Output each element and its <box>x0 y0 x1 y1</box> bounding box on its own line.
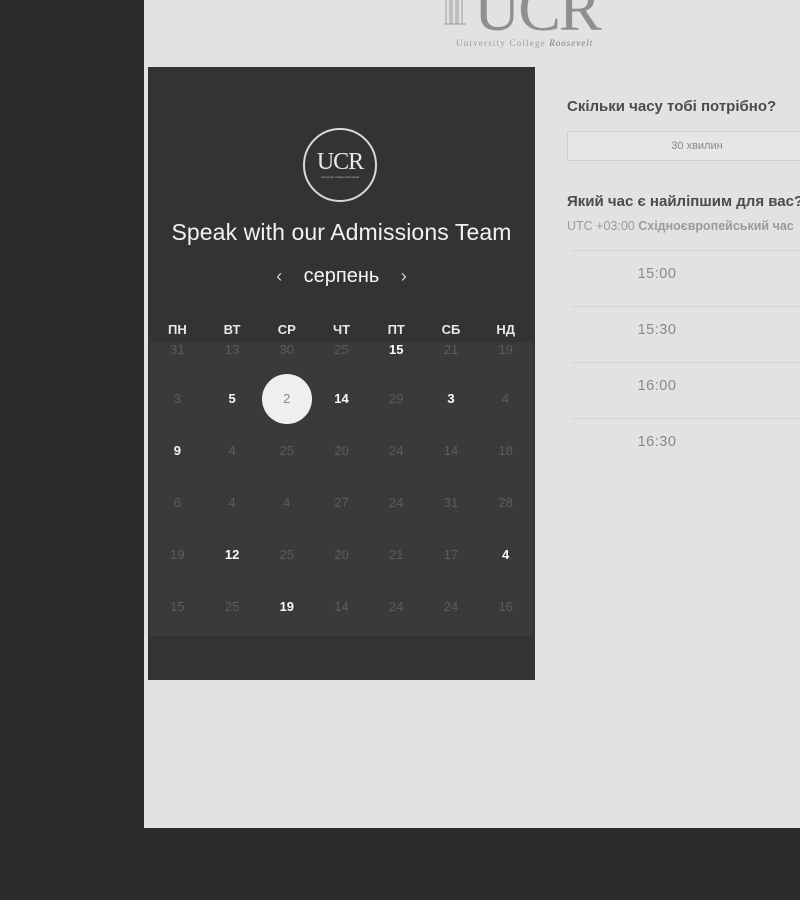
calendar-day: 24 <box>389 443 404 458</box>
calendar-day: 20 <box>334 443 349 458</box>
calendar-day-available[interactable]: 4 <box>478 532 533 584</box>
prev-month-button[interactable]: ‹ <box>269 266 289 287</box>
calendar-week: 3 5 2 14 29 3 4 <box>150 374 533 428</box>
calendar-day: 15 <box>170 599 185 614</box>
time-slot[interactable]: 16:30 <box>572 418 800 474</box>
time-slot[interactable]: 15:30 <box>572 306 800 362</box>
calendar-day: 31 <box>170 342 185 357</box>
calendar-day: 24 <box>443 599 459 614</box>
weekday-label: ЧТ <box>332 322 351 337</box>
month-navigation: ‹ серпень › <box>148 265 535 291</box>
selected-day-marker[interactable]: 2 <box>261 374 312 424</box>
calendar-day: 4 <box>283 495 291 510</box>
calendar-day-available[interactable]: 12 <box>205 532 260 584</box>
logo-emblem-icon <box>444 0 466 25</box>
calendar-week: 19 12 25 20 21 17 4 <box>150 532 533 584</box>
time-slot[interactable]: 15:00 <box>572 250 800 306</box>
weekday-label: НД <box>496 322 515 337</box>
calendar-grid: ПН ВТ СР ЧТ ПТ СБ НД 31 13 30 25 15 21 19 3 5 2 14… <box>150 318 533 636</box>
weekday-label: СР <box>277 322 296 337</box>
booking-page: UCR University College Roosevelt UCR Uni… <box>144 0 800 828</box>
calendar-day: 25 <box>334 342 349 357</box>
calendar-week: 31 13 30 25 15 21 19 <box>150 342 533 376</box>
calendar-panel: UCR University College Roosevelt Speak w… <box>148 67 535 680</box>
time-question: Який час є найліпшим для вас? <box>567 193 800 210</box>
time-slot[interactable]: 16:00 <box>572 362 800 418</box>
calendar-week: 6 4 4 27 24 31 28 <box>150 480 533 532</box>
calendar-day: 25 <box>224 599 240 614</box>
time-slot-list: 15:00 15:30 16:00 16:30 <box>572 250 800 474</box>
calendar-day: 13 <box>224 342 240 357</box>
calendar-day-available[interactable]: 14 <box>314 376 369 428</box>
calendar-day: 4 <box>228 495 236 510</box>
calendar-weeks: 31 13 30 25 15 21 19 3 5 2 14 29 3 4 9 4 25 20 24 14 18 6 4 4 27… <box>150 342 533 636</box>
calendar-day: 6 <box>173 495 181 510</box>
calendar-day: 14 <box>334 599 349 614</box>
calendar-day: 4 <box>228 443 236 458</box>
calendar-day: 4 <box>502 391 510 406</box>
calendar-day: 25 <box>279 443 295 458</box>
calendar-day: 14 <box>443 443 459 458</box>
calendar-day: 20 <box>334 547 349 562</box>
weekday-label: СБ <box>441 322 461 337</box>
calendar-day: 29 <box>389 391 404 406</box>
header-logo: UCR University College Roosevelt <box>444 0 634 55</box>
calendar-day-available[interactable]: 19 <box>259 584 314 636</box>
calendar-week: 9 4 25 20 24 14 18 <box>150 428 533 480</box>
calendar-day: 24 <box>389 599 404 614</box>
panel-logo-subtext: University College Roosevelt <box>320 175 360 179</box>
calendar-day: 16 <box>498 599 513 614</box>
next-month-button[interactable]: › <box>394 266 414 287</box>
calendar-day: 18 <box>498 443 513 458</box>
calendar-day-available[interactable]: 5 <box>205 376 260 428</box>
weekday-label: ПН <box>167 322 187 337</box>
calendar-day: 27 <box>334 495 349 510</box>
calendar-day: 24 <box>389 495 404 510</box>
calendar-day-available[interactable]: 9 <box>150 428 205 480</box>
calendar-day: 28 <box>498 495 513 510</box>
weekday-header: ПН ВТ СР ЧТ ПТ СБ НД <box>150 318 533 342</box>
duration-select[interactable]: 30 хвилин <box>567 131 800 161</box>
calendar-day: 3 <box>173 391 181 406</box>
calendar-day: 25 <box>279 547 295 562</box>
calendar-week: 15 25 19 14 24 24 16 <box>150 584 533 636</box>
calendar-day: 31 <box>443 495 459 510</box>
panel-logo-text: UCR <box>316 149 364 175</box>
calendar-day: 21 <box>389 547 404 562</box>
calendar-day: 17 <box>443 547 459 562</box>
calendar-day: 21 <box>443 342 459 357</box>
panel-title: Speak with our Admissions Team <box>171 219 512 245</box>
duration-question: Скільки часу тобі потрібно? <box>567 98 777 115</box>
month-label: серпень <box>303 265 380 287</box>
header-logo-tagline: University College Roosevelt <box>456 38 594 48</box>
calendar-day-available[interactable]: 15 <box>369 342 424 376</box>
calendar-day: 30 <box>279 342 295 357</box>
timezone-label: UTC +03:00 Східноєвропейський час <box>567 219 794 233</box>
panel-logo: UCR University College Roosevelt <box>303 128 377 202</box>
weekday-label: ВТ <box>223 322 241 337</box>
calendar-day: 19 <box>498 342 513 357</box>
calendar-day-selected[interactable]: 2 <box>259 374 314 428</box>
calendar-day-available[interactable]: 3 <box>424 376 479 428</box>
weekday-label: ПТ <box>387 322 405 337</box>
calendar-day: 19 <box>170 547 185 562</box>
